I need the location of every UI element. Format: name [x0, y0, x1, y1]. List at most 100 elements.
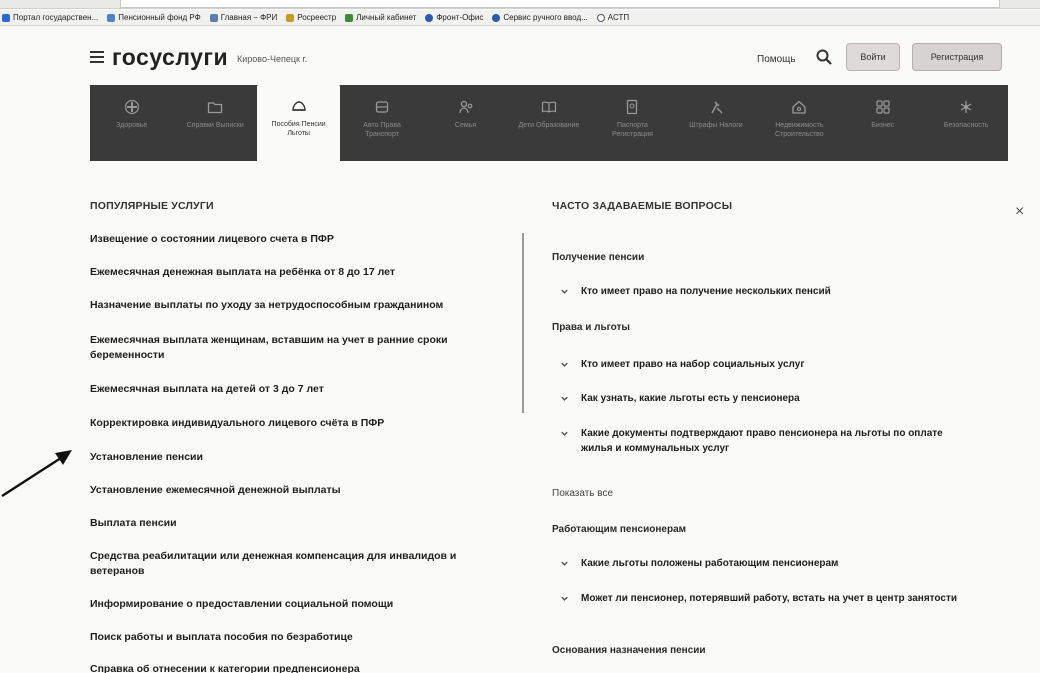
category-bar: Здоровье Справки Выписки Пособия Пенсии …: [90, 84, 1008, 173]
bookmark-icon: [286, 13, 295, 22]
category-family[interactable]: Семья: [424, 85, 507, 161]
chevron-down-icon: [561, 396, 568, 401]
site-logo[interactable]: госуслуги: [112, 44, 228, 71]
popular-services-title: ПОПУЛЯРНЫЕ УСЛУГИ: [90, 200, 214, 212]
faq-category: Получение пенсии: [552, 252, 645, 263]
help-link[interactable]: Помощь: [757, 54, 796, 65]
bookmark-gosuslugi[interactable]: Портал государствен...: [2, 13, 98, 22]
folder-icon: [208, 102, 223, 114]
bookmark-cabinet[interactable]: Личный кабинет: [345, 13, 416, 22]
faq-question[interactable]: Кто имеет право на получение нескольких …: [560, 284, 970, 299]
faq-question[interactable]: Кто имеет право на набор социальных услу…: [560, 357, 970, 372]
bookmark-rosreestr[interactable]: Росреестр: [286, 13, 336, 22]
chevron-down-icon: [561, 561, 568, 566]
category-auto[interactable]: Авто Права Транспорт: [340, 85, 423, 161]
service-link[interactable]: Ежемесячная выплата женщинам, вставшим н…: [90, 333, 490, 363]
city-selector[interactable]: Кирово-Чепецк г.: [237, 54, 307, 64]
show-all-link[interactable]: Показать все: [552, 488, 613, 499]
annotation-arrow-icon: [1, 450, 72, 498]
category-label: Авто Права Транспорт: [363, 122, 401, 138]
service-link[interactable]: Извещение о состоянии лицевого счета в П…: [90, 232, 490, 247]
category-passports[interactable]: Паспорта Регистрация: [591, 85, 674, 161]
bookmark-icon: [345, 13, 354, 22]
bookmark-astp[interactable]: АСТП: [596, 13, 629, 22]
faq-question-text: Какие документы подтверждают право пенси…: [581, 428, 943, 454]
faq-question-text: Как узнать, какие льготы есть у пенсионе…: [581, 393, 800, 404]
bookmark-manual-input[interactable]: Сервис ручного ввод...: [492, 13, 588, 22]
service-link[interactable]: Назначение выплаты по уходу за нетрудосп…: [90, 298, 490, 313]
faq-question-text: Кто имеет право на получение нескольких …: [581, 286, 831, 297]
category-label: Здоровье: [116, 122, 148, 129]
bookmark-front-office[interactable]: Фронт-Офис: [425, 13, 483, 22]
faq-title: ЧАСТО ЗАДАВАЕМЫЕ ВОПРОСЫ: [552, 200, 733, 212]
business-icon: [876, 100, 890, 114]
category-fines[interactable]: Штрафы Налоги: [674, 85, 757, 161]
category-health[interactable]: Здоровье: [90, 85, 173, 161]
fines-icon: [711, 101, 723, 114]
search-icon[interactable]: [816, 49, 832, 65]
category-label: Бизнес: [871, 122, 895, 129]
scrollbar-thumb[interactable]: [522, 233, 524, 413]
bookmark-fri[interactable]: Главная – ФРИ: [209, 13, 277, 22]
faq-question[interactable]: Может ли пенсионер, потерявший работу, в…: [560, 591, 960, 606]
category-label: Штрафы Налоги: [689, 122, 743, 129]
chevron-down-icon: [561, 431, 568, 436]
bookmarks-bar: Портал государствен... Пенсионный фонд Р…: [0, 10, 1040, 26]
service-link[interactable]: Поиск работы и выплата пособия по безраб…: [90, 630, 490, 645]
faq-category: Работающим пенсионерам: [552, 524, 687, 535]
menu-icon[interactable]: [90, 51, 104, 63]
faq-category: Права и льготы: [552, 322, 630, 333]
bookmark-pfr[interactable]: Пенсионный фонд РФ: [107, 13, 201, 22]
passport-icon: [627, 99, 638, 115]
page: Портал государствен... Пенсионный фонд Р…: [0, 0, 1040, 673]
address-bar[interactable]: [120, 0, 1000, 8]
chevron-down-icon: [561, 289, 568, 294]
house-icon: [792, 100, 806, 114]
bookmark-icon: [596, 13, 605, 22]
category-label: Дети Образование: [518, 122, 580, 129]
service-link[interactable]: Справка об отнесении к категории предпен…: [90, 662, 490, 673]
service-link[interactable]: Информирование о предоставлении социальн…: [90, 597, 490, 612]
chevron-down-icon: [561, 596, 568, 601]
faq-question[interactable]: Какие документы подтверждают право пенси…: [560, 426, 970, 456]
health-icon: [124, 99, 139, 115]
service-link[interactable]: Установление ежемесячной денежной выплат…: [90, 483, 490, 498]
service-link[interactable]: Корректировка индивидуального лицевого с…: [90, 416, 490, 431]
bookmark-icon: [209, 13, 218, 22]
category-realty[interactable]: Недвижимость Строительство: [758, 85, 841, 161]
category-label: Паспорта Регистрация: [611, 122, 653, 138]
address-bar-strip: [0, 0, 1040, 9]
service-link-pension[interactable]: Установление пенсии: [90, 450, 490, 465]
category-benefits[interactable]: Пособия Пенсии Льготы: [256, 84, 341, 173]
faq-category: Основания назначения пенсии: [552, 645, 706, 656]
faq-question-text: Может ли пенсионер, потерявший работу, в…: [581, 593, 957, 604]
site-header: госуслуги Кирово-Чепецк г. Помощь Войти …: [0, 27, 1040, 85]
close-icon[interactable]: ×: [1015, 203, 1024, 221]
category-certificates[interactable]: Справки Выписки: [173, 85, 256, 161]
faq-question[interactable]: Как узнать, какие льготы есть у пенсионе…: [560, 391, 970, 406]
category-label: Пособия Пенсии Льготы: [271, 121, 326, 137]
service-link[interactable]: Ежемесячная денежная выплата на ребёнка …: [90, 265, 490, 280]
category-label: Семья: [454, 122, 477, 129]
bookmark-icon: [107, 13, 116, 22]
security-icon: [960, 101, 972, 113]
bookmark-icon: [2, 13, 10, 22]
book-icon: [541, 101, 557, 113]
login-button[interactable]: Войти: [846, 43, 900, 71]
car-icon: [375, 101, 389, 113]
register-button[interactable]: Регистрация: [912, 43, 1002, 71]
bookmark-icon: [492, 13, 501, 22]
service-link[interactable]: Ежемесячная выплата на детей от 3 до 7 л…: [90, 382, 490, 397]
service-link[interactable]: Выплата пенсии: [90, 516, 490, 531]
bookmark-icon: [425, 13, 434, 22]
category-business[interactable]: Бизнес: [841, 85, 924, 161]
faq-question-text: Кто имеет право на набор социальных услу…: [581, 359, 805, 370]
category-security[interactable]: Безопасность: [925, 85, 1008, 161]
category-label: Справки Выписки: [186, 122, 244, 129]
service-link[interactable]: Средства реабилитации или денежная компе…: [90, 549, 490, 579]
category-label: Недвижимость Строительство: [774, 122, 824, 138]
category-education[interactable]: Дети Образование: [507, 85, 590, 161]
benefits-icon: [291, 101, 306, 111]
category-label: Безопасность: [943, 122, 989, 129]
faq-question[interactable]: Какие льготы положены работающим пенсион…: [560, 556, 970, 571]
